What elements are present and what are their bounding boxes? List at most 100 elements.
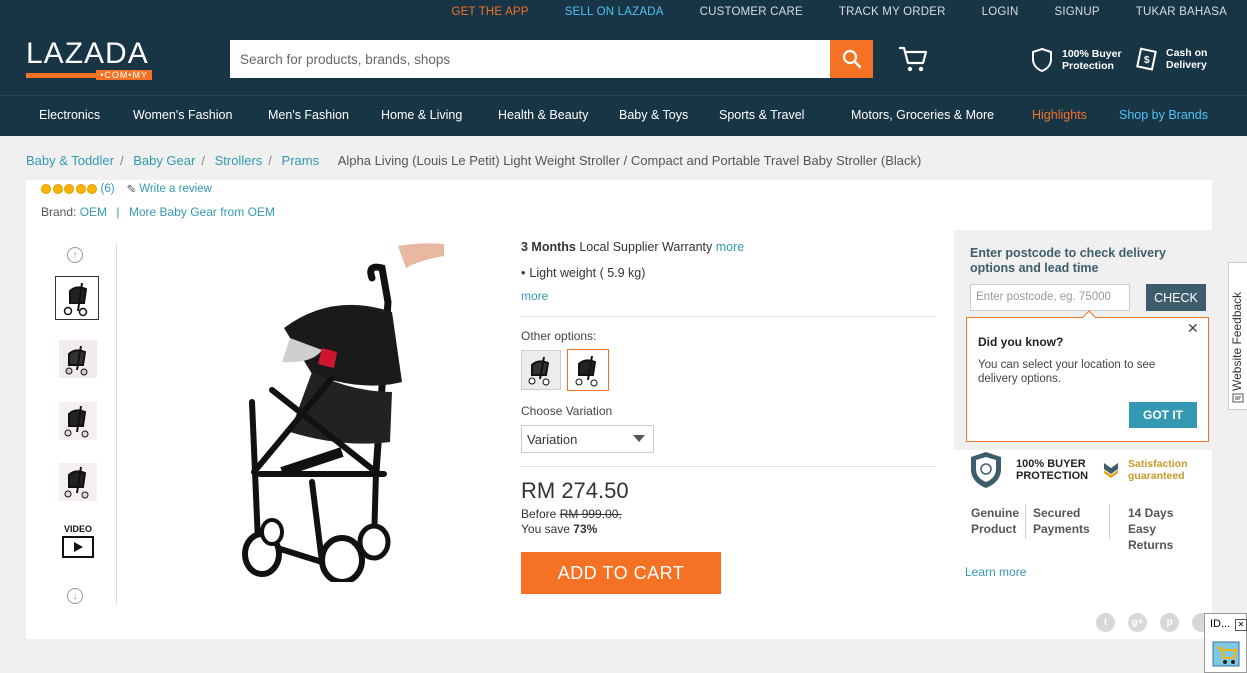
signup-link[interactable]: SIGNUP bbox=[1054, 6, 1099, 18]
thumbs-down-arrow-icon[interactable]: ↓ bbox=[67, 588, 83, 604]
popup-body: You can select your location to see deli… bbox=[978, 359, 1156, 385]
satisfaction-guarantee: Satisfaction guaranteed bbox=[1102, 458, 1188, 482]
mini-window-close-icon[interactable]: ✕ bbox=[1235, 619, 1247, 631]
search-button[interactable] bbox=[830, 40, 873, 78]
pinterest-icon[interactable]: p bbox=[1160, 613, 1179, 632]
brand-line: Brand: OEM | More Baby Gear from OEM bbox=[41, 205, 275, 219]
twitter-icon[interactable]: t bbox=[1096, 613, 1115, 632]
breadcrumb-strollers[interactable]: Strollers bbox=[215, 153, 263, 168]
nav-highlights[interactable]: Highlights bbox=[1032, 108, 1087, 122]
thumbnail-2[interactable] bbox=[57, 338, 101, 382]
email-share-icon[interactable] bbox=[1192, 613, 1204, 632]
play-icon bbox=[62, 536, 94, 558]
get-app-link[interactable]: GET THE APP bbox=[451, 6, 528, 18]
product-info: 3 Months Local Supplier Warranty more • L… bbox=[521, 240, 936, 594]
shopping-cart-app-icon bbox=[1212, 641, 1240, 667]
lazada-logo[interactable]: LAZADA •COM•MY bbox=[26, 39, 152, 83]
product-rating: (6) ✎ Write a review bbox=[41, 182, 212, 196]
cash-icon: $ bbox=[1136, 47, 1157, 71]
warranty-line: 3 Months Local Supplier Warranty more bbox=[521, 240, 745, 254]
logo-word: LAZADA bbox=[26, 37, 149, 70]
pencil-icon: ✎ bbox=[126, 184, 137, 196]
choose-variation-label: Choose Variation bbox=[521, 404, 613, 418]
nav-health-beauty[interactable]: Health & Beauty bbox=[498, 108, 588, 122]
secured-payments: Secured Payments bbox=[1033, 506, 1090, 536]
price: RM 274.50 bbox=[521, 478, 629, 503]
thumbs-up-arrow-icon[interactable]: ↑ bbox=[67, 247, 83, 263]
nav-mens-fashion[interactable]: Men's Fashion bbox=[268, 108, 349, 122]
feature-item: • Light weight ( 5.9 kg) bbox=[521, 266, 646, 280]
thumbnail-4[interactable] bbox=[57, 461, 101, 505]
sell-on-lazada-link[interactable]: SELL ON LAZADA bbox=[565, 6, 664, 18]
got-it-button[interactable]: GOT IT bbox=[1129, 402, 1197, 428]
star-icon bbox=[41, 184, 51, 194]
did-you-know-popup: ✕ Did you know? You can select your loca… bbox=[966, 310, 1209, 442]
nav-baby-toys[interactable]: Baby & Toys bbox=[619, 108, 688, 122]
postcode-input[interactable]: Enter postcode, eg. 75000 bbox=[970, 284, 1130, 311]
language-link[interactable]: TUKAR BAHASA bbox=[1136, 6, 1227, 18]
thumbnail-3[interactable] bbox=[57, 400, 101, 444]
thumbnail-1[interactable] bbox=[55, 276, 99, 320]
other-options-label: Other options: bbox=[521, 329, 597, 343]
feedback-icon bbox=[1232, 393, 1244, 403]
star-icon bbox=[52, 184, 63, 194]
add-to-cart-button[interactable]: ADD TO CART bbox=[521, 552, 721, 594]
mini-window-title: ID... bbox=[1210, 618, 1231, 630]
nav-electronics[interactable]: Electronics bbox=[39, 108, 100, 122]
search-input[interactable] bbox=[230, 40, 830, 78]
popup-caret bbox=[1082, 310, 1096, 318]
header: LAZADA •COM•MY 100% BuyerProtection $ Ca… bbox=[0, 24, 1247, 95]
nav-sports-travel[interactable]: Sports & Travel bbox=[719, 108, 804, 122]
discount-percent: 73% bbox=[573, 522, 598, 536]
star-icon bbox=[75, 184, 86, 194]
search-icon bbox=[842, 49, 861, 69]
easy-returns: 14 Days Easy Returns bbox=[1128, 506, 1174, 552]
you-save-line: You save 73% bbox=[521, 522, 598, 536]
delivery-title: Enter postcode to check delivery options… bbox=[970, 246, 1166, 275]
buyer-protection-info: 100% BUYER PROTECTION bbox=[968, 450, 1088, 490]
option-swatch-2[interactable] bbox=[567, 349, 609, 391]
option-swatch-1[interactable] bbox=[521, 350, 561, 390]
search-bar bbox=[230, 40, 873, 78]
nav-motors-groceries[interactable]: Motors, Groceries & More bbox=[851, 108, 994, 122]
protection-shield-icon bbox=[971, 452, 1001, 488]
mini-window[interactable]: ID... ✕ bbox=[1204, 613, 1247, 673]
breadcrumb-baby-gear[interactable]: Baby Gear bbox=[133, 153, 195, 168]
check-button[interactable]: CHECK bbox=[1146, 284, 1206, 311]
genuine-product: Genuine Product bbox=[971, 506, 1020, 536]
warranty-more-link[interactable]: more bbox=[716, 240, 744, 254]
login-link[interactable]: LOGIN bbox=[982, 6, 1019, 18]
breadcrumb-baby-toddler[interactable]: Baby & Toddler bbox=[26, 153, 114, 168]
customer-care-link[interactable]: CUSTOMER CARE bbox=[700, 6, 803, 18]
google-plus-icon[interactable]: g+ bbox=[1128, 613, 1147, 632]
video-thumbnail[interactable]: VIDEO bbox=[60, 524, 96, 561]
stroller-thumb-icon bbox=[63, 282, 88, 317]
chevron-badge-icon bbox=[1104, 463, 1118, 478]
top-bar: GET THE APP SELL ON LAZADA CUSTOMER CARE… bbox=[0, 0, 1247, 24]
features-more-link[interactable]: more bbox=[521, 289, 548, 303]
shield-icon bbox=[1032, 47, 1052, 73]
nav-home-living[interactable]: Home & Living bbox=[381, 108, 462, 122]
write-review-link[interactable]: Write a review bbox=[139, 183, 212, 195]
breadcrumb-prams[interactable]: Prams bbox=[282, 153, 320, 168]
main-product-image[interactable] bbox=[162, 242, 472, 585]
track-order-link[interactable]: TRACK MY ORDER bbox=[839, 6, 946, 18]
more-from-brand-link[interactable]: More Baby Gear from OEM bbox=[129, 205, 275, 219]
breadcrumb-current: Alpha Living (Louis Le Petit) Light Weig… bbox=[337, 153, 922, 168]
variation-select[interactable]: Variation bbox=[521, 425, 654, 453]
brand-link[interactable]: OEM bbox=[80, 205, 107, 219]
buyer-protection-badge: 100% Buyer Protection bbox=[1030, 47, 1122, 73]
nav-shop-by-brands[interactable]: Shop by Brands bbox=[1119, 108, 1208, 122]
cash-on-delivery-badge: $ Cash on Delivery bbox=[1136, 47, 1207, 71]
breadcrumb: Baby & Toddler / Baby Gear / Strollers / Pr… bbox=[26, 153, 922, 168]
cart-button[interactable] bbox=[898, 45, 928, 76]
category-nav: Electronics Women's Fashion Men's Fashio… bbox=[0, 95, 1247, 136]
rating-count[interactable]: (6) bbox=[101, 183, 115, 195]
option-swatches bbox=[521, 349, 936, 391]
before-price-line: Before RM 999.00, bbox=[521, 507, 622, 521]
learn-more-link[interactable]: Learn more bbox=[965, 565, 1026, 579]
stroller-image bbox=[242, 243, 444, 585]
close-icon[interactable]: ✕ bbox=[1187, 320, 1199, 337]
nav-womens-fashion[interactable]: Women's Fashion bbox=[133, 108, 232, 122]
website-feedback-tab[interactable]: Website Feedback bbox=[1228, 262, 1247, 410]
